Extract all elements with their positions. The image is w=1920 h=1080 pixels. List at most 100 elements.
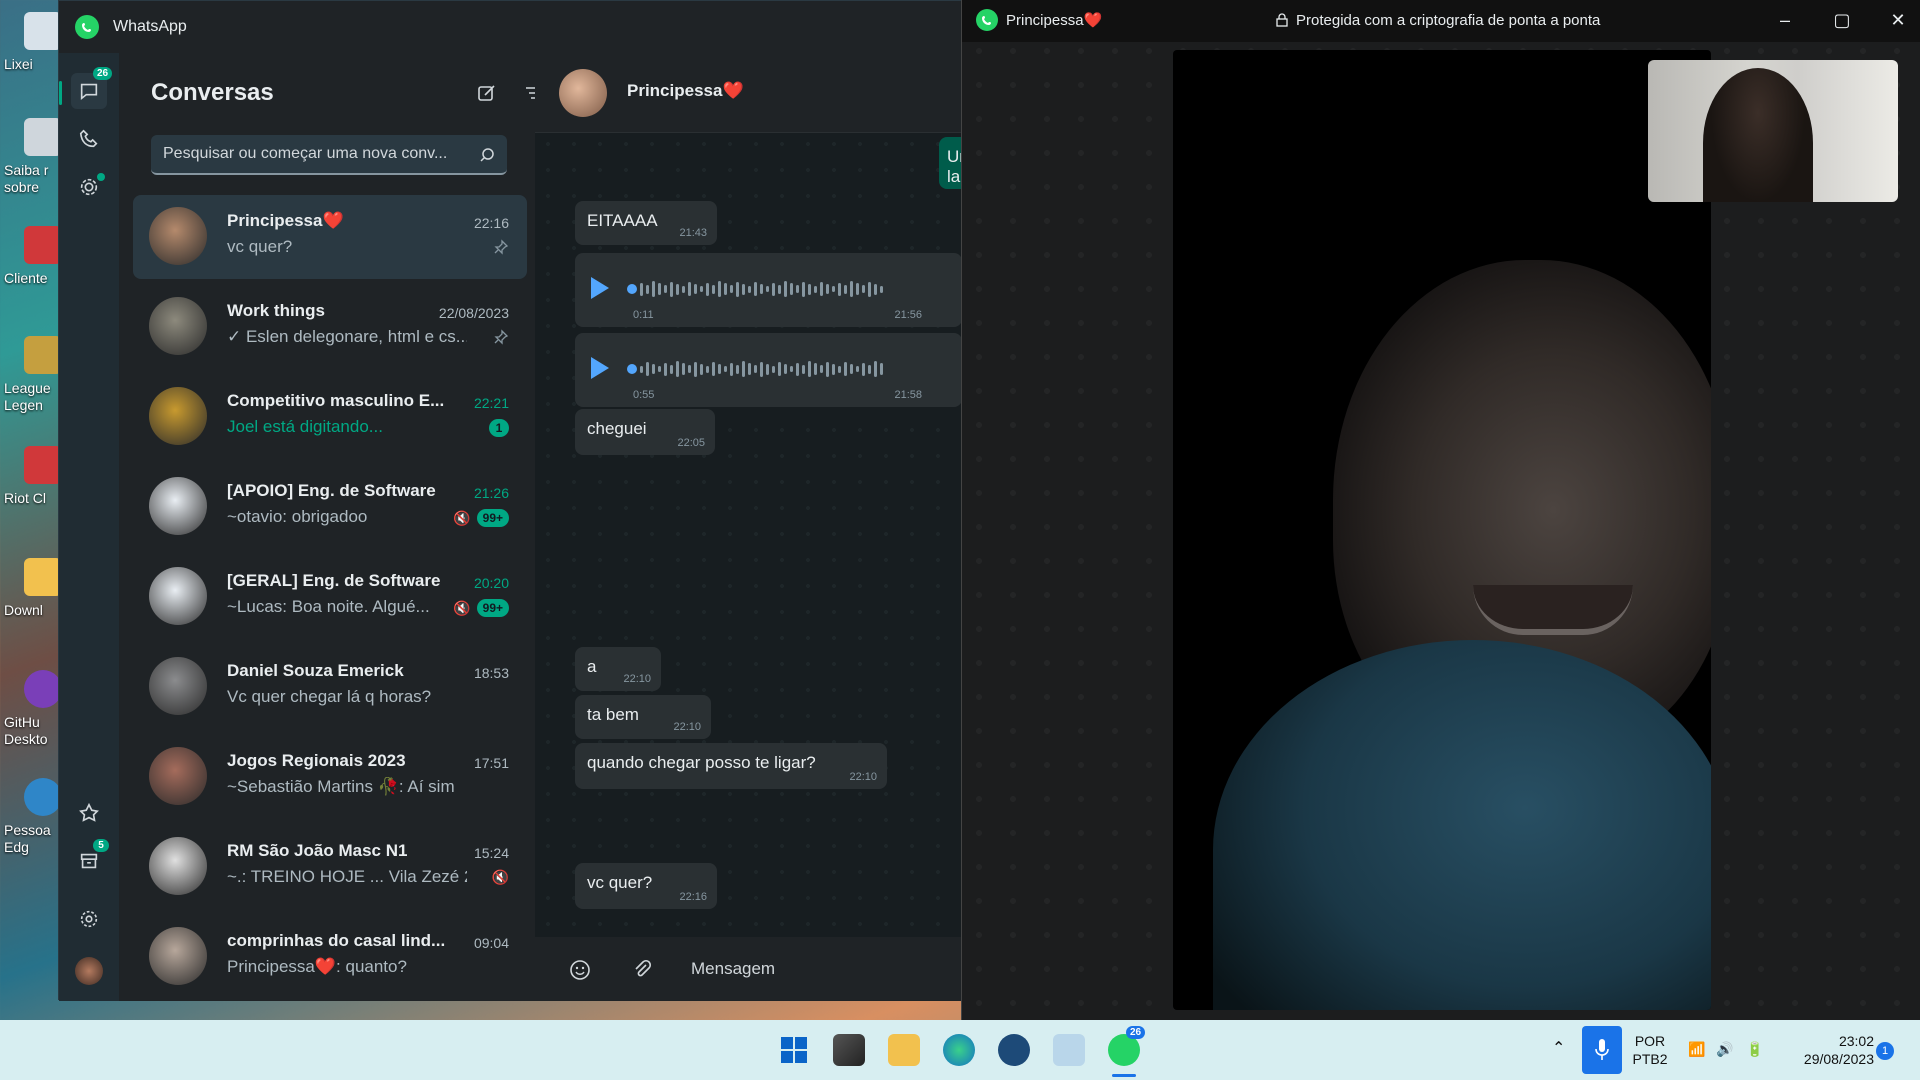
language-indicator[interactable]: POR	[1630, 1032, 1670, 1050]
window-title: WhatsApp	[113, 18, 187, 35]
conversation-header[interactable]: Principessa❤️	[535, 53, 962, 133]
clock-time[interactable]: 23:02	[1784, 1032, 1874, 1050]
chat-list-item[interactable]: Competitivo masculino E... Joel está digi…	[133, 375, 527, 459]
attach-icon[interactable]	[631, 959, 653, 981]
whatsapp-logo-icon	[976, 9, 998, 31]
chat-time: 22:21	[473, 395, 509, 411]
search-input[interactable]: Pesquisar ou começar uma nova conv...	[151, 135, 507, 175]
folder-icon	[24, 558, 62, 596]
settings-button[interactable]	[71, 901, 107, 937]
message-bubble[interactable]: a 22:10	[575, 647, 661, 691]
message-bubble[interactable]: cheguei 22:05	[575, 409, 715, 455]
battery-icon[interactable]: 🔋	[1746, 1040, 1763, 1058]
emoji-icon[interactable]	[569, 959, 591, 981]
message-time: 21:58	[894, 389, 922, 401]
desktop-icon-github[interactable]: GitHu Deskto	[4, 670, 62, 748]
edge-icon[interactable]	[943, 1034, 975, 1066]
desktop-icon-riot-client[interactable]: Cliente	[4, 226, 62, 287]
chat-list-item[interactable]: RM São João Masc N1 ~.: TREINO HOJE ... V…	[133, 825, 527, 909]
remote-video[interactable]	[1173, 50, 1711, 1010]
desktop-icon-label: Downl	[4, 602, 43, 618]
clock-date[interactable]: 29/08/2023	[1784, 1050, 1874, 1068]
chat-list-item[interactable]: Jogos Regionais 2023 ~Sebastião Martins 🥀…	[133, 735, 527, 819]
waveform-bar	[772, 282, 775, 296]
desktop-icon-label: League Legen	[4, 380, 51, 413]
waveform-bar	[640, 282, 643, 296]
microphone-button[interactable]	[1582, 1026, 1622, 1074]
desktop-icon-edge[interactable]: Pessoa Edg	[4, 778, 62, 856]
whatsapp-taskbar-icon[interactable]: 26	[1108, 1026, 1146, 1066]
unread-badge: 99+	[476, 599, 509, 617]
desktop-icon-league[interactable]: League Legen	[4, 336, 62, 414]
chevron-up-icon[interactable]: ⌃	[1552, 1040, 1565, 1058]
chat-name: RM São João Masc N1	[227, 841, 408, 860]
waveform-bar	[748, 285, 751, 293]
message-bubble[interactable]: quando chegar posso te ligar? 22:10	[575, 743, 887, 789]
chat-avatar	[149, 207, 207, 265]
chat-preview: ~Sebastião Martins 🥀: Aí sim	[227, 777, 455, 796]
message-time: 22:16	[679, 891, 707, 903]
chat-avatar	[149, 747, 207, 805]
monitor-app-icon[interactable]	[1053, 1034, 1085, 1066]
play-icon[interactable]	[591, 357, 609, 379]
self-video-preview[interactable]	[1648, 60, 1898, 202]
chat-preview: Principessa❤️: quanto?	[227, 957, 407, 976]
message-bubble[interactable]: EITAAAA 21:43	[575, 201, 717, 245]
call-title-bar: Principessa❤️ Protegida com a criptograf…	[962, 0, 1920, 42]
waveform-bar	[640, 365, 643, 373]
maximize-button[interactable]: ▢	[1832, 10, 1852, 31]
contact-avatar[interactable]	[559, 69, 607, 117]
profile-avatar[interactable]	[75, 957, 103, 985]
waveform-bar	[700, 363, 703, 375]
league-icon	[24, 336, 62, 374]
volume-icon[interactable]: 🔊	[1716, 1040, 1733, 1058]
message-input[interactable]: Mensagem	[691, 959, 775, 979]
waveform-bar	[627, 364, 637, 374]
dell-icon[interactable]	[998, 1034, 1030, 1066]
audio-waveform[interactable]	[627, 359, 917, 379]
waveform-bar	[814, 285, 817, 293]
new-chat-icon[interactable]	[477, 83, 497, 103]
message-bubble[interactable]: vc quer? 22:16	[575, 863, 717, 909]
archived-button[interactable]: 5	[71, 839, 109, 879]
waveform-bar	[880, 363, 883, 375]
start-button[interactable]	[778, 1034, 810, 1066]
desktop-icon-riot[interactable]: Riot Cl	[4, 446, 62, 507]
desktop-icon-learn-more[interactable]: Saiba r sobre	[4, 118, 62, 196]
chat-preview: ~otavio: obrigadoo	[227, 507, 368, 526]
calls-button[interactable]	[71, 121, 107, 157]
chat-list-item[interactable]: Principessa❤️ vc quer? 22:16	[133, 195, 527, 279]
star-icon	[79, 802, 99, 822]
starred-button[interactable]	[71, 795, 107, 831]
waveform-bar	[652, 364, 655, 374]
self-video-person	[1703, 68, 1813, 202]
close-button[interactable]: ✕	[1888, 10, 1908, 31]
desktop-icon-downloads[interactable]: Downl	[4, 558, 62, 619]
chat-list-item[interactable]: Daniel Souza Emerick Vc quer chegar lá q …	[133, 645, 527, 729]
play-icon[interactable]	[591, 277, 609, 299]
waveform-bar	[838, 365, 841, 373]
task-view-icon[interactable]	[833, 1034, 865, 1066]
status-icon	[80, 178, 98, 196]
waveform-bar	[832, 363, 835, 375]
muted-icon: 🔇	[453, 509, 471, 526]
archive-icon	[80, 853, 98, 869]
minimize-button[interactable]: –	[1775, 10, 1795, 31]
waveform-bar	[862, 285, 865, 293]
chat-list-item[interactable]: comprinhas do casal lind... Principessa❤️…	[133, 915, 527, 999]
notification-count-badge[interactable]: 1	[1876, 1042, 1894, 1060]
chat-list-item[interactable]: Work things ✓ Eslen delegonare, html e cs…	[133, 285, 527, 369]
wifi-icon[interactable]: 📶	[1688, 1040, 1705, 1058]
desktop-icon-recycle-bin[interactable]: Lixei	[4, 12, 62, 73]
audio-waveform[interactable]	[627, 279, 917, 299]
unread-badge: 99+	[476, 509, 509, 527]
file-explorer-icon[interactable]	[888, 1034, 920, 1066]
pin-icon	[494, 239, 509, 255]
audio-message: 0:11 21:56	[575, 253, 962, 327]
waveform-bar	[784, 364, 787, 374]
message-bubble[interactable]: ta bem 22:10	[575, 695, 711, 739]
status-button[interactable]	[71, 169, 107, 205]
chats-button[interactable]: 26	[71, 67, 113, 109]
chat-list-item[interactable]: [GERAL] Eng. de Software ~Lucas: Boa noit…	[133, 555, 527, 639]
chat-list-item[interactable]: [APOIO] Eng. de Software ~otavio: obrigad…	[133, 465, 527, 549]
